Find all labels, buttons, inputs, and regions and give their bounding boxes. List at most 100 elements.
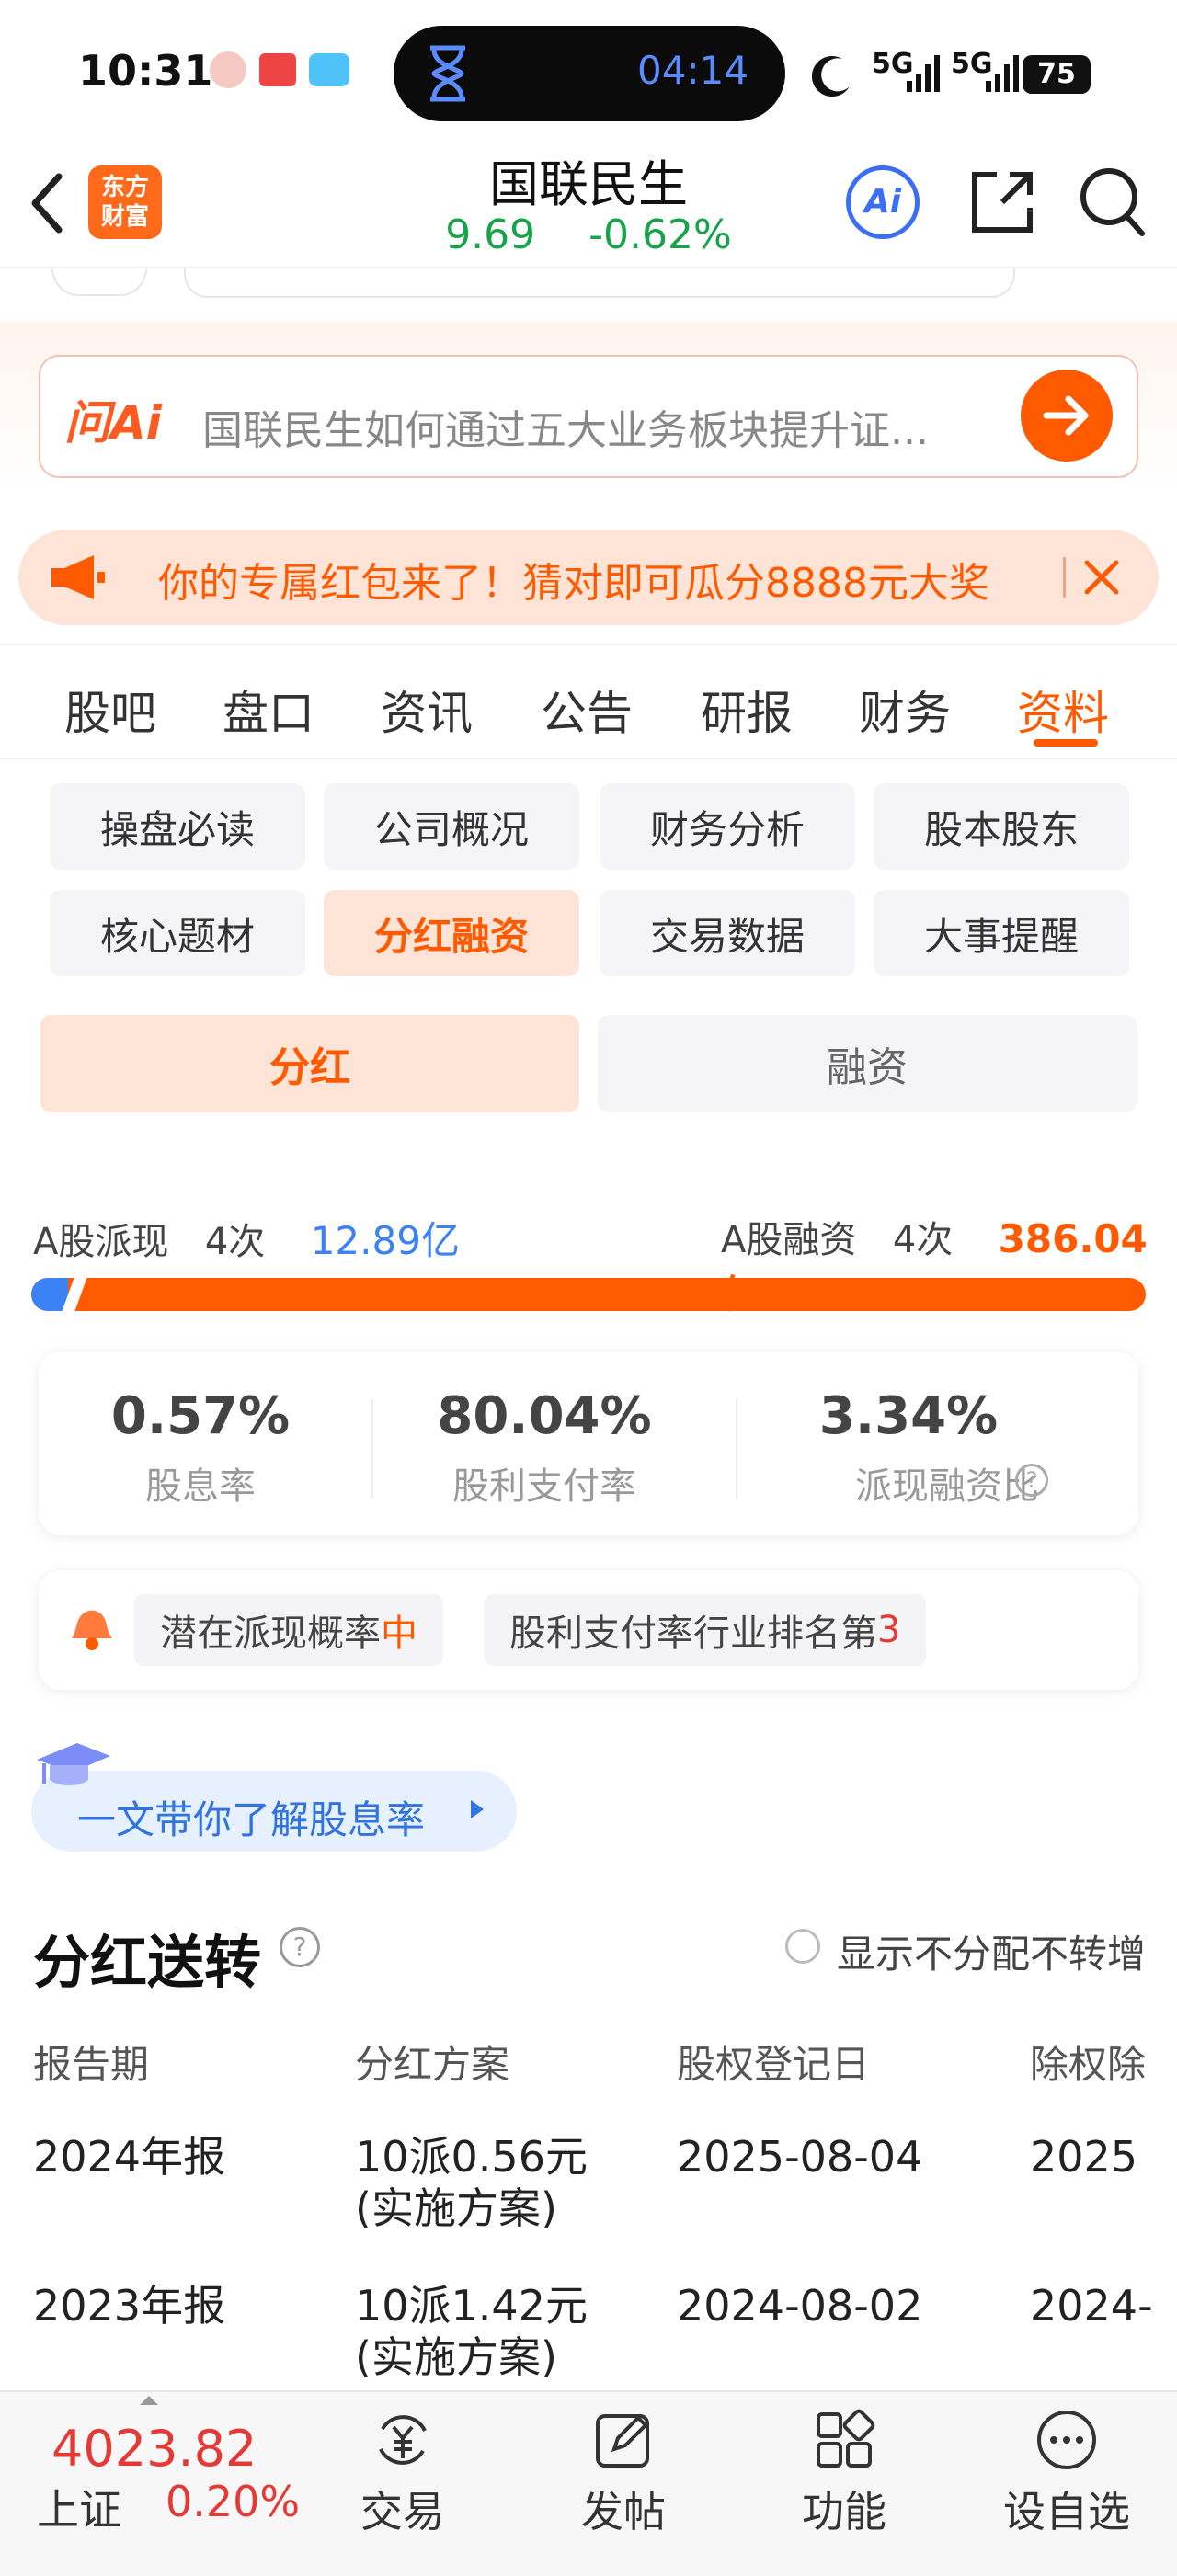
megaphone-icon <box>51 555 105 599</box>
tag-text: 潜在派现概率 <box>160 1613 381 1655</box>
help-icon[interactable]: ? <box>1015 1464 1048 1497</box>
stock-change: -0.62% <box>588 211 732 258</box>
ai-assistant-button[interactable]: Ai <box>846 165 920 239</box>
dividend-count: 4次 <box>204 1221 266 1263</box>
table-cell-period: 2024年报 <box>33 2132 226 2182</box>
index-name: 上证 <box>37 2485 121 2535</box>
plan-text: 10派1.42元 <box>355 2281 588 2331</box>
compose-icon <box>596 2414 649 2468</box>
dividend-yield-label: 股息率 <box>145 1465 256 1508</box>
arrow-right-icon <box>1043 395 1089 436</box>
divider <box>371 1399 373 1499</box>
help-icon[interactable]: ? <box>280 1927 320 1967</box>
tab-finance[interactable]: 财务 <box>859 677 951 743</box>
hourglass-icon <box>430 45 465 102</box>
status-time: 10:31 <box>78 46 213 96</box>
subnav-company-overview[interactable]: 公司概况 <box>324 783 579 870</box>
ask-ai-prompt[interactable]: 国联民生如何通过五大业务板块提升证... <box>202 397 929 456</box>
ask-ai-submit-button[interactable] <box>1021 370 1113 462</box>
subnav-financial-analysis[interactable]: 财务分析 <box>600 783 855 870</box>
scrolled-icon-button <box>51 268 147 296</box>
dividend-probability-tag[interactable]: 潜在派现概率中 <box>134 1594 443 1666</box>
grid-apps-icon <box>817 2409 875 2468</box>
expand-caret-icon[interactable] <box>140 2396 158 2405</box>
tag-highlight: 中 <box>381 1613 417 1655</box>
share-icon[interactable] <box>966 165 1039 239</box>
divider <box>736 1399 737 1499</box>
subnav-trading-guide[interactable]: 操盘必读 <box>50 783 305 870</box>
signal-bars-icon <box>986 55 1019 92</box>
search-icon[interactable] <box>1076 164 1149 241</box>
bottom-nav-trade[interactable]: 交易 <box>311 2479 495 2539</box>
subnav-trading-data[interactable]: 交易数据 <box>600 890 855 976</box>
segment-dividend[interactable]: 分红 <box>40 1015 579 1112</box>
dividend-amount: 12.89亿 <box>310 1218 460 1263</box>
play-arrow-icon <box>471 1800 484 1818</box>
tab-guba[interactable]: 股吧 <box>64 677 156 743</box>
dividend-type: A股派现 <box>33 1221 169 1263</box>
tab-profile[interactable]: 资料 <box>1017 677 1109 743</box>
segment-financing[interactable]: 融资 <box>598 1015 1137 1112</box>
tag-text: 股利支付率行业排名第 <box>509 1613 877 1655</box>
app-notification-icon <box>259 53 296 86</box>
table-cell-record-date: 2025-08-04 <box>677 2132 923 2182</box>
table-cell-record-date: 2024-08-02 <box>677 2281 923 2331</box>
payout-financing-ratio-value: 3.34% <box>818 1386 999 1446</box>
tab-pankou[interactable]: 盘口 <box>223 677 314 743</box>
notification-avatar-icon <box>210 51 246 88</box>
payout-rank-tag[interactable]: 股利支付率行业排名第 3 <box>484 1594 927 1666</box>
index-value[interactable]: 4023.82 <box>51 2420 257 2478</box>
table-cell-ex-date: 2025 <box>1030 2132 1138 2182</box>
divider <box>1063 557 1066 598</box>
bottom-nav-add-watchlist[interactable]: 设自选 <box>975 2479 1159 2539</box>
bottom-nav-post[interactable]: 发帖 <box>531 2479 715 2539</box>
tag-highlight: 3 <box>877 1609 901 1651</box>
trade-yuan-icon <box>379 2415 427 2465</box>
column-header: 除权除 <box>1030 2042 1147 2087</box>
column-header: 分红方案 <box>355 2042 510 2087</box>
plan-status: (实施方案) <box>355 2183 557 2233</box>
subnav-dividend-financing[interactable]: 分红融资 <box>324 890 579 976</box>
learn-text: 一文带你了解股息率 <box>77 1797 426 1842</box>
payout-financing-ratio-label: 派现融资比 <box>855 1465 1039 1508</box>
subnav-shareholders[interactable]: 股本股东 <box>874 783 1129 870</box>
active-tab-indicator <box>1034 739 1098 747</box>
dividend-financing-ratio-bar <box>31 1278 1146 1311</box>
moon-icon <box>811 56 850 97</box>
subnav-core-themes[interactable]: 核心题材 <box>50 890 305 976</box>
financing-count: 4次 <box>892 1219 954 1261</box>
tab-announcements[interactable]: 公告 <box>541 677 633 743</box>
plan-status: (实施方案) <box>355 2332 557 2382</box>
red-packet-text: 你的专属红包来了！猜对即可瓜分8888元大奖 <box>158 560 989 607</box>
toggle-label[interactable]: 显示不分配不转增 <box>837 1923 1146 1979</box>
scrolled-search-field <box>184 268 1015 298</box>
payout-ratio-value: 80.04% <box>437 1386 652 1446</box>
timer-text: 04:14 <box>637 48 749 93</box>
index-change: 0.20% <box>166 2477 301 2526</box>
financing-type: A股融资 <box>721 1219 857 1261</box>
table-cell-plan: 10派0.56元 (实施方案) <box>355 2131 588 2234</box>
signal-bars-icon <box>907 55 940 92</box>
dividend-share-fill <box>31 1278 68 1311</box>
section-title: 分红送转 <box>33 1929 262 1996</box>
table-cell-ex-date: 2024- <box>1030 2281 1153 2331</box>
column-header: 报告期 <box>33 2042 150 2087</box>
table-cell-plan: 10派1.42元 (实施方案) <box>355 2280 588 2383</box>
radio-toggle[interactable] <box>785 1929 820 1964</box>
tab-news[interactable]: 资讯 <box>381 677 473 743</box>
subnav-events[interactable]: 大事提醒 <box>874 890 1129 976</box>
bell-icon <box>72 1610 112 1650</box>
battery-icon: 75 <box>1023 55 1091 94</box>
close-icon[interactable] <box>1080 555 1124 599</box>
app-notification-icon <box>309 53 349 86</box>
dividend-yield-value: 0.57% <box>110 1386 291 1446</box>
more-dots-icon <box>1037 2411 1096 2469</box>
tab-research[interactable]: 研报 <box>701 677 793 743</box>
plan-text: 10派0.56元 <box>355 2132 588 2182</box>
ask-ai-brand: 问Ai <box>64 396 162 450</box>
bottom-nav-functions[interactable]: 功能 <box>752 2479 936 2539</box>
table-cell-period: 2023年报 <box>33 2281 226 2331</box>
payout-ratio-label: 股利支付率 <box>452 1465 636 1508</box>
column-header: 股权登记日 <box>677 2042 871 2087</box>
dividend-label: A股派现 4次 12.89亿 <box>33 1210 460 1266</box>
